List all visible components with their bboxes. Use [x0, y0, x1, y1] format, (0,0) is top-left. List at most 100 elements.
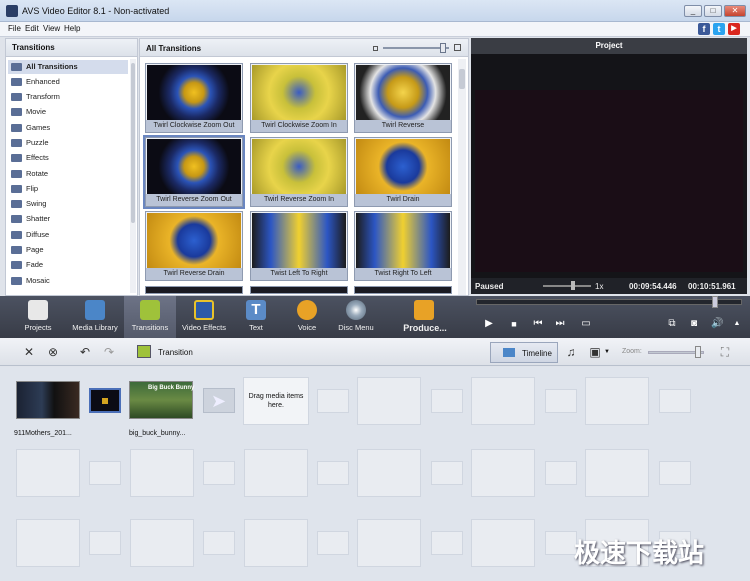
transition-tile[interactable]: Twirl Reverse Zoom Out: [143, 135, 245, 209]
transition-tile[interactable]: Twirl Clockwise Zoom In: [250, 63, 348, 133]
empty-slot[interactable]: [317, 461, 349, 485]
menu-view[interactable]: View: [43, 24, 60, 33]
fit-zoom-icon[interactable]: ⛶: [718, 345, 732, 359]
empty-slot[interactable]: [16, 449, 80, 497]
collapse-arrow-icon[interactable]: ▲: [731, 318, 743, 330]
redo-icon[interactable]: ↷: [102, 345, 116, 359]
seek-handle[interactable]: [712, 296, 718, 308]
category-puzzle[interactable]: Puzzle: [8, 136, 128, 150]
maximize-button[interactable]: □: [704, 5, 722, 17]
produce-button[interactable]: Produce...: [396, 296, 454, 338]
gallery-scrollbar[interactable]: [458, 59, 466, 295]
category-fade[interactable]: Fade: [8, 258, 128, 272]
empty-slot[interactable]: [244, 449, 308, 497]
snapshot-icon[interactable]: ⧉: [666, 318, 678, 330]
menu-edit[interactable]: Edit: [25, 24, 39, 33]
transition-tile[interactable]: [354, 286, 452, 294]
tab-video-effects[interactable]: Video Effects: [178, 296, 230, 338]
transition-tile[interactable]: [145, 286, 243, 294]
small-thumbnails-icon[interactable]: [373, 46, 378, 51]
video-preview[interactable]: [475, 90, 743, 272]
category-enhanced[interactable]: Enhanced: [8, 75, 128, 89]
timeline-toggle-button[interactable]: Timeline: [490, 342, 558, 363]
transition-tile[interactable]: Twist Right To Left: [354, 211, 452, 281]
category-swing[interactable]: Swing: [8, 197, 128, 211]
slider-handle[interactable]: [440, 43, 446, 53]
transition-tile[interactable]: [250, 286, 348, 294]
empty-slot[interactable]: [431, 389, 463, 413]
empty-slot[interactable]: [431, 461, 463, 485]
empty-slot[interactable]: [585, 449, 649, 497]
empty-slot[interactable]: [585, 377, 649, 425]
empty-slot[interactable]: [203, 461, 235, 485]
tab-text[interactable]: T Text: [230, 296, 282, 338]
media-clip-thumbnail[interactable]: [16, 381, 80, 419]
tab-media-library[interactable]: Media Library: [69, 296, 121, 338]
delete-icon[interactable]: ✕: [22, 345, 36, 359]
category-movie[interactable]: Movie: [8, 105, 128, 119]
cancel-circle-icon[interactable]: ⊗: [46, 345, 60, 359]
category-mosaic[interactable]: Mosaic: [8, 274, 128, 288]
category-flip[interactable]: Flip: [8, 182, 128, 196]
tab-disc-menu[interactable]: Disc Menu: [330, 296, 382, 338]
youtube-icon[interactable]: ▶: [728, 23, 740, 35]
empty-slot[interactable]: [16, 519, 80, 567]
scrollbar-thumb[interactable]: [131, 63, 135, 223]
audio-settings-icon[interactable]: ♫: [564, 345, 578, 359]
category-games[interactable]: Games: [8, 121, 128, 135]
empty-slot[interactable]: [317, 389, 349, 413]
close-button[interactable]: ✕: [724, 5, 746, 17]
category-effects[interactable]: Effects: [8, 151, 128, 165]
category-rotate[interactable]: Rotate: [8, 167, 128, 181]
empty-slot[interactable]: [130, 519, 194, 567]
empty-slot[interactable]: [659, 389, 691, 413]
menu-file[interactable]: File: [8, 24, 21, 33]
empty-slot[interactable]: [317, 531, 349, 555]
fullscreen-preview-icon[interactable]: ▭: [578, 318, 594, 330]
transition-label[interactable]: Transition: [158, 348, 193, 357]
category-diffuse[interactable]: Diffuse: [8, 228, 128, 242]
next-frame-icon[interactable]: ⏭: [554, 318, 566, 330]
empty-slot[interactable]: [545, 461, 577, 485]
large-thumbnails-icon[interactable]: [454, 44, 461, 51]
empty-slot[interactable]: [471, 377, 535, 425]
empty-slot[interactable]: [89, 531, 121, 555]
category-transform[interactable]: Transform: [8, 90, 128, 104]
tab-projects[interactable]: Projects: [12, 296, 64, 338]
empty-slot[interactable]: [471, 449, 535, 497]
empty-slot[interactable]: [431, 531, 463, 555]
category-page[interactable]: Page: [8, 243, 128, 257]
camera-icon[interactable]: ◙: [688, 318, 700, 330]
empty-slot[interactable]: [545, 531, 577, 555]
empty-slot[interactable]: [244, 519, 308, 567]
empty-slot[interactable]: [357, 449, 421, 497]
transition-tile[interactable]: Twirl Drain: [354, 137, 452, 207]
transition-tile[interactable]: Twirl Clockwise Zoom Out: [145, 63, 243, 133]
play-icon[interactable]: ▶: [483, 318, 495, 330]
facebook-icon[interactable]: f: [698, 23, 710, 35]
seek-bar[interactable]: [476, 299, 742, 305]
tab-transitions[interactable]: Transitions: [124, 296, 176, 338]
twitter-icon[interactable]: t: [713, 23, 725, 35]
display-mode-icon[interactable]: ▣: [588, 345, 602, 359]
empty-slot[interactable]: [357, 519, 421, 567]
empty-slot[interactable]: [357, 377, 421, 425]
zoom-handle[interactable]: [695, 346, 701, 358]
undo-icon[interactable]: ↶: [78, 345, 92, 359]
speed-slider[interactable]: [543, 285, 591, 287]
previous-frame-icon[interactable]: ⏮: [532, 318, 544, 330]
empty-slot[interactable]: [89, 461, 121, 485]
transition-tile[interactable]: Twirl Reverse: [354, 63, 452, 133]
transition-tile[interactable]: Twist Left To Right: [250, 211, 348, 281]
empty-slot[interactable]: [659, 461, 691, 485]
transition-tile[interactable]: Twirl Reverse Zoom In: [250, 137, 348, 207]
empty-slot[interactable]: [471, 519, 535, 567]
stop-icon[interactable]: ■: [508, 318, 520, 330]
speed-slider-handle[interactable]: [571, 281, 575, 290]
display-mode-dropdown-icon[interactable]: ▼: [604, 349, 610, 355]
category-all-transitions[interactable]: All Transitions: [8, 60, 128, 74]
empty-slot[interactable]: [203, 531, 235, 555]
empty-slot[interactable]: [545, 389, 577, 413]
volume-icon[interactable]: 🔊: [711, 318, 723, 330]
transition-tile[interactable]: Twirl Reverse Drain: [145, 211, 243, 281]
